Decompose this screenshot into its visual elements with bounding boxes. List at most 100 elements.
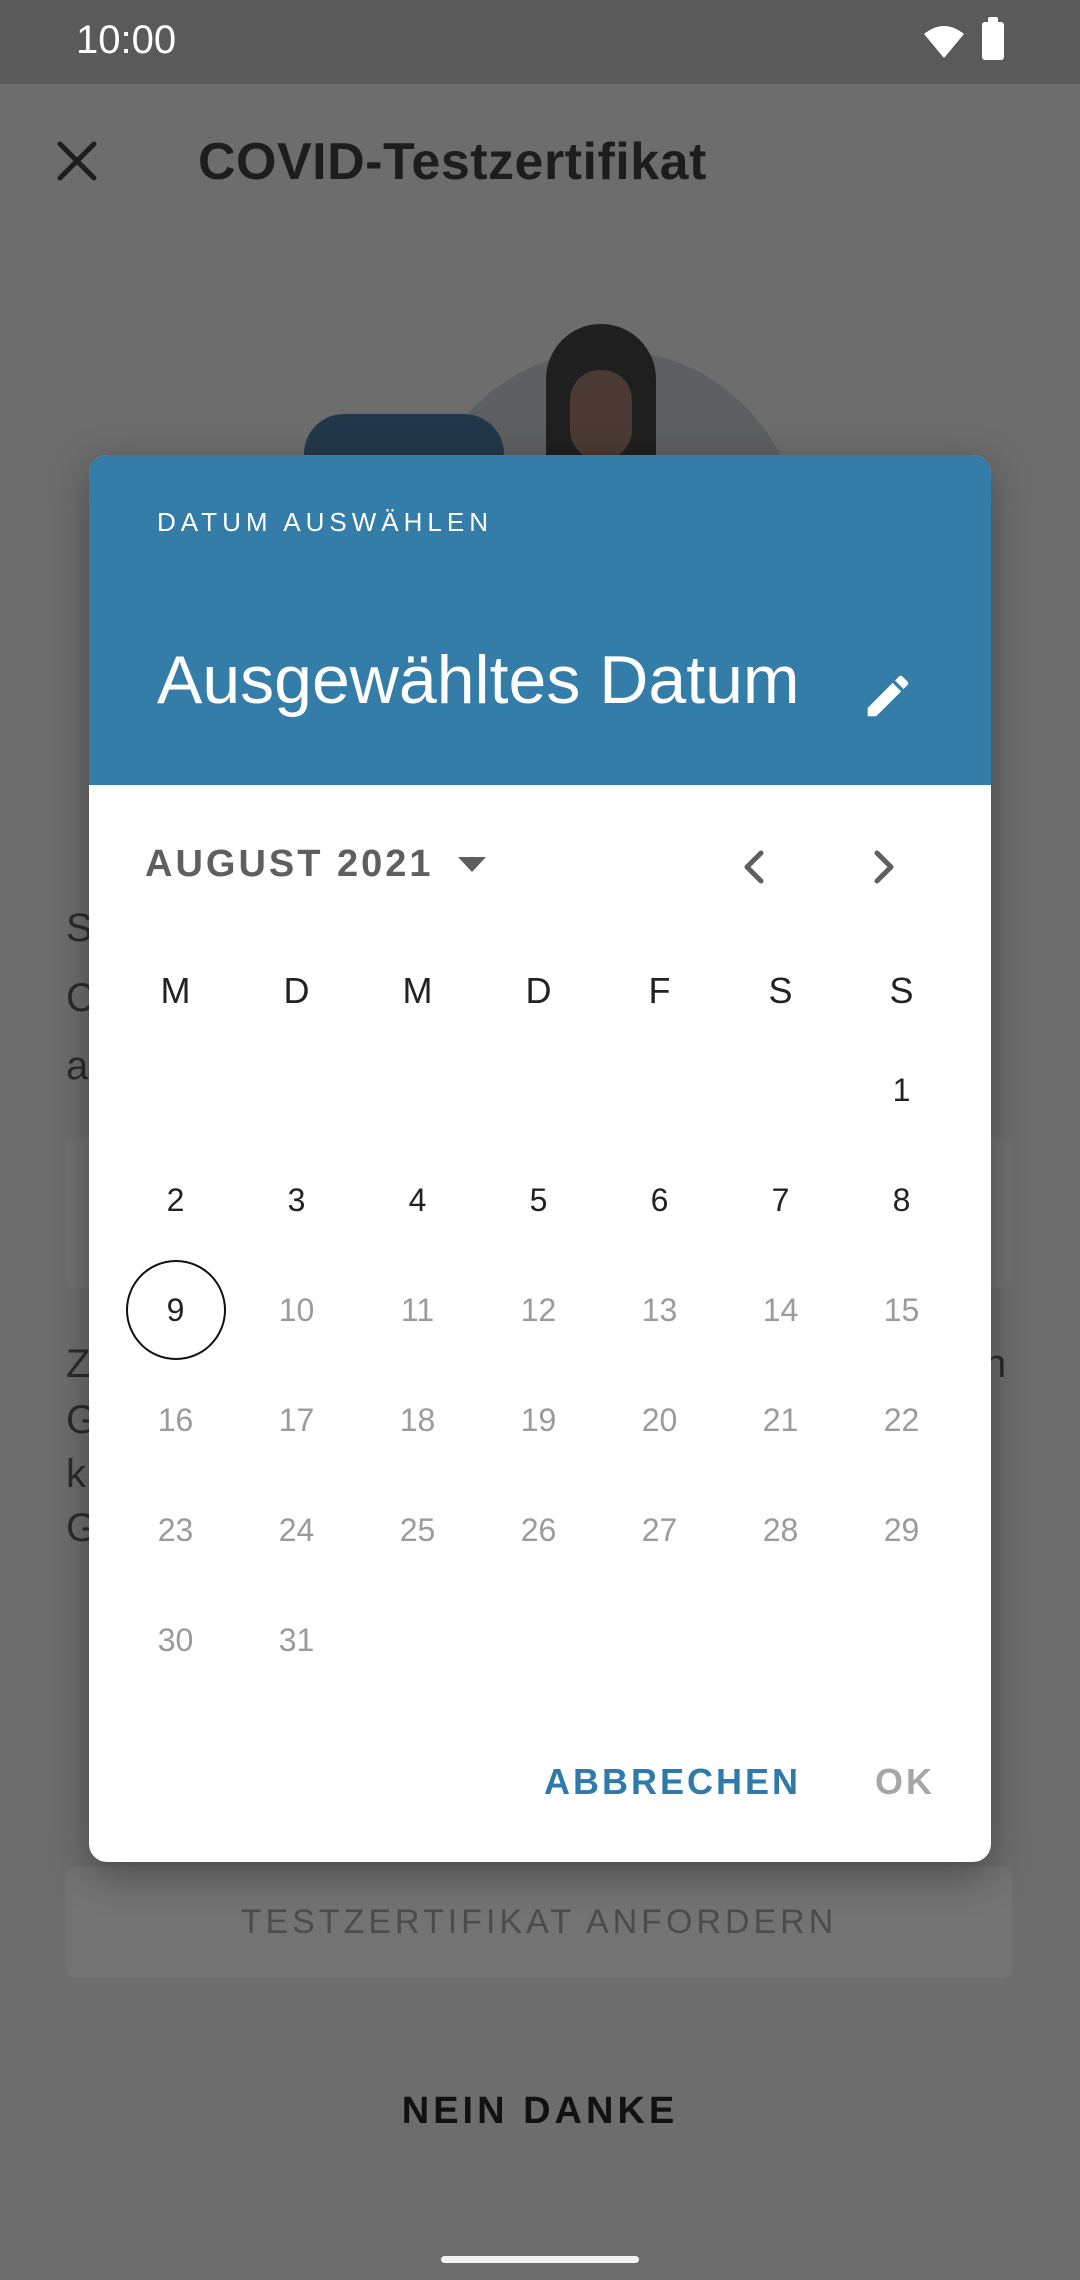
home-indicator <box>441 2256 639 2263</box>
dialog-header: DATUM AUSWÄHLEN Ausgewähltes Datum <box>89 455 991 785</box>
calendar-empty-cell <box>357 1035 478 1145</box>
calendar-day: 31 <box>236 1585 357 1695</box>
background-text: k <box>66 1452 86 1496</box>
cancel-button[interactable]: ABBRECHEN <box>544 1761 801 1803</box>
calendar-week-row: 23 24 25 26 27 28 29 <box>115 1475 963 1585</box>
calendar-day[interactable]: 6 <box>599 1145 720 1255</box>
page-title: COVID-Testzertifikat <box>198 133 707 191</box>
calendar-day: 28 <box>720 1475 841 1585</box>
calendar-day[interactable]: 7 <box>720 1145 841 1255</box>
background-text: a <box>66 1044 89 1088</box>
weekday-label: S <box>889 970 914 1011</box>
calendar-day-number: 8 <box>892 1181 911 1218</box>
calendar-empty-cell <box>720 1035 841 1145</box>
calendar-week-row: 9 10 11 12 13 14 15 <box>115 1255 963 1365</box>
calendar-day-number: 30 <box>157 1621 194 1658</box>
calendar-day-number: 13 <box>641 1291 678 1328</box>
calendar-day: 26 <box>478 1475 599 1585</box>
calendar-day: 29 <box>841 1475 962 1585</box>
edit-pencil-icon[interactable] <box>861 669 915 723</box>
calendar-day: 10 <box>236 1255 357 1365</box>
weekday-header: M D M D F S S <box>115 970 963 1012</box>
calendar-day-number: 24 <box>278 1511 315 1548</box>
calendar-day-number: 9 <box>166 1291 185 1328</box>
calendar-day-number: 6 <box>650 1181 669 1218</box>
calendar-day-number: 16 <box>157 1401 194 1438</box>
calendar-empty-cell <box>841 1585 962 1695</box>
ok-button[interactable]: OK <box>875 1761 935 1803</box>
calendar-day: 18 <box>357 1365 478 1475</box>
calendar-empty-cell <box>115 1035 236 1145</box>
dialog-actions: ABBRECHEN OK <box>544 1761 935 1803</box>
calendar-day: 21 <box>720 1365 841 1475</box>
calendar-day[interactable]: 8 <box>841 1145 962 1255</box>
calendar-day[interactable]: 2 <box>115 1145 236 1255</box>
calendar-day-number: 17 <box>278 1401 315 1438</box>
calendar-day: 25 <box>357 1475 478 1585</box>
calendar-empty-cell <box>357 1585 478 1695</box>
calendar-empty-cell <box>720 1585 841 1695</box>
calendar-day-number: 27 <box>641 1511 678 1548</box>
weekday-label: D <box>525 970 552 1011</box>
calendar-day: 15 <box>841 1255 962 1365</box>
calendar-day: 27 <box>599 1475 720 1585</box>
weekday-label: S <box>768 970 793 1011</box>
calendar-day-number: 15 <box>883 1291 920 1328</box>
calendar-day-number: 19 <box>520 1401 557 1438</box>
dropdown-arrow-icon[interactable] <box>456 855 488 875</box>
calendar-day[interactable]: 1 <box>841 1035 962 1145</box>
calendar-day: 17 <box>236 1365 357 1475</box>
calendar-week-row: 30 31 <box>115 1585 963 1695</box>
illustration-face <box>570 370 632 460</box>
calendar-day-number: 22 <box>883 1401 920 1438</box>
calendar-day: 16 <box>115 1365 236 1475</box>
calendar-grid: 1 2 3 4 5 6 7 8 9 10 11 12 13 14 15 16 17 18 19 20 21 22 23 24 2… <box>115 1035 963 1695</box>
calendar-empty-cell <box>478 1585 599 1695</box>
calendar-day-number: 3 <box>287 1181 306 1218</box>
calendar-day[interactable]: 3 <box>236 1145 357 1255</box>
calendar-day-number: 4 <box>408 1181 427 1218</box>
selected-date-headline: Ausgewähltes Datum <box>157 642 800 718</box>
calendar-day-number: 25 <box>399 1511 436 1548</box>
calendar-empty-cell <box>599 1035 720 1145</box>
calendar-day-number: 29 <box>883 1511 920 1548</box>
weekday-label: M <box>160 970 191 1011</box>
calendar-day: 19 <box>478 1365 599 1475</box>
calendar-day-number: 31 <box>278 1621 315 1658</box>
calendar-day: 14 <box>720 1255 841 1365</box>
calendar-day-number: 11 <box>400 1291 435 1328</box>
calendar-day: 24 <box>236 1475 357 1585</box>
chevron-left-icon[interactable] <box>725 837 785 897</box>
calendar-week-row: 1 <box>115 1035 963 1145</box>
calendar-week-row: 2 3 4 5 6 7 8 <box>115 1145 963 1255</box>
calendar-day-number: 26 <box>520 1511 557 1548</box>
battery-icon <box>982 17 1004 60</box>
calendar-day: 13 <box>599 1255 720 1365</box>
calendar-day[interactable]: 5 <box>478 1145 599 1255</box>
dialog-overline: DATUM AUSWÄHLEN <box>157 507 493 537</box>
calendar-day-number: 5 <box>529 1181 548 1218</box>
calendar-day-number: 10 <box>278 1291 315 1328</box>
calendar-empty-cell <box>599 1585 720 1695</box>
calendar-day: 30 <box>115 1585 236 1695</box>
date-picker-dialog: DATUM AUSWÄHLEN Ausgewähltes Datum AUGUS… <box>89 455 991 1862</box>
wifi-icon <box>924 26 964 58</box>
weekday-label: D <box>283 970 310 1011</box>
calendar-day-number: 28 <box>762 1511 799 1548</box>
weekday-label: F <box>648 970 671 1011</box>
calendar-day-number: 7 <box>771 1181 790 1218</box>
calendar-week-row: 16 17 18 19 20 21 22 <box>115 1365 963 1475</box>
calendar-day[interactable]: 4 <box>357 1145 478 1255</box>
calendar-day: 23 <box>115 1475 236 1585</box>
calendar-empty-cell <box>478 1035 599 1145</box>
calendar-day-number: 2 <box>166 1181 185 1218</box>
status-time: 10:00 <box>76 18 177 62</box>
month-year-selector[interactable]: AUGUST 2021 <box>145 843 434 886</box>
chevron-right-icon[interactable] <box>853 837 913 897</box>
weekday-label: M <box>402 970 433 1011</box>
close-icon[interactable] <box>52 136 102 186</box>
calendar-day: 22 <box>841 1365 962 1475</box>
calendar-empty-cell <box>236 1035 357 1145</box>
calendar-day-number: 21 <box>762 1401 799 1438</box>
calendar-day-today[interactable]: 9 <box>115 1255 236 1365</box>
